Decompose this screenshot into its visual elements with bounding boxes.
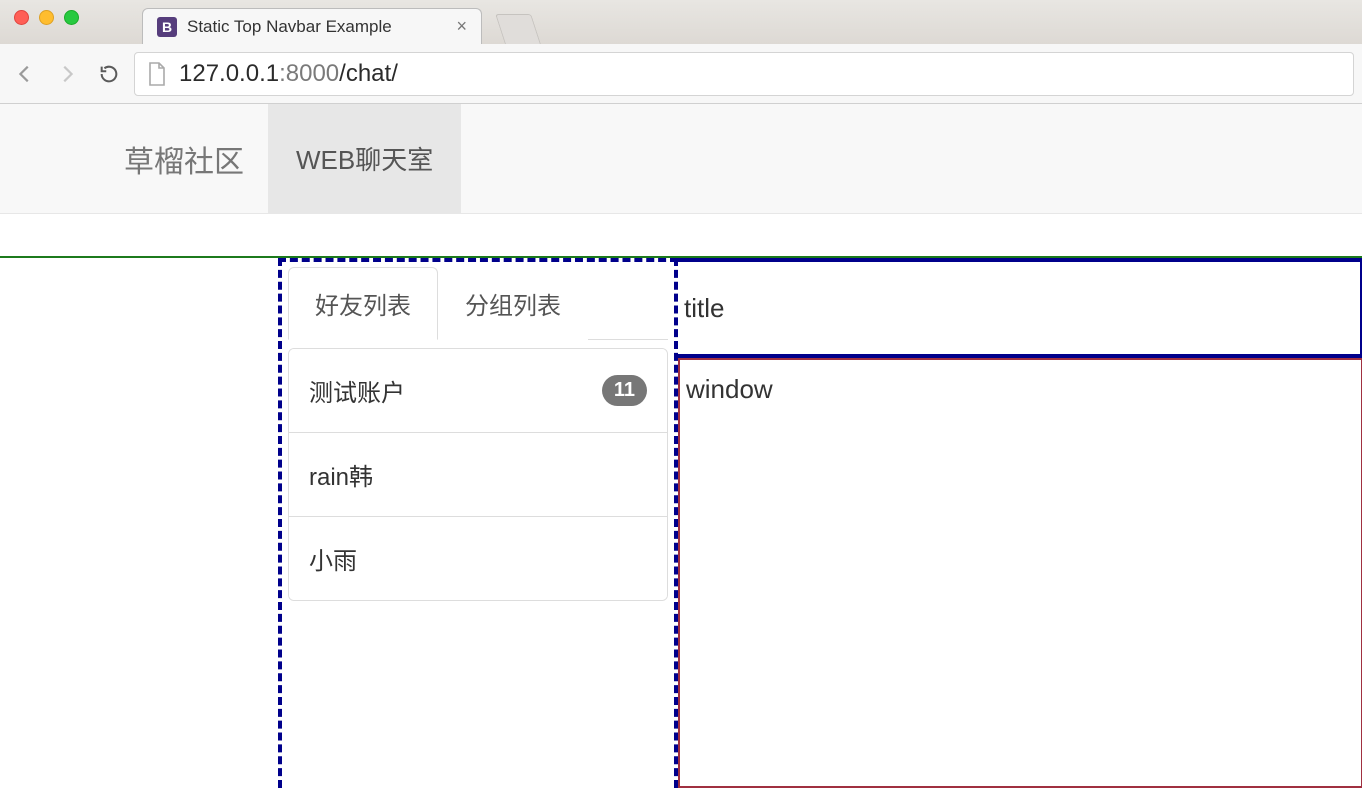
url-host: 127.0.0.1 <box>179 60 279 87</box>
chat-area: title window <box>678 258 1362 788</box>
contact-tabs: 好友列表 分组列表 <box>288 266 668 340</box>
maximize-window-button[interactable] <box>64 10 79 25</box>
chat-title-text: title <box>684 293 724 324</box>
list-item[interactable]: rain韩 <box>289 433 667 517</box>
contact-panel: 好友列表 分组列表 测试账户 11 rain韩 小雨 <box>278 258 678 788</box>
url-port: :8000 <box>279 60 339 87</box>
new-tab-button[interactable] <box>495 14 541 44</box>
forward-button[interactable] <box>50 57 84 91</box>
bootstrap-favicon-icon: B <box>157 17 177 37</box>
chat-window-text: window <box>686 374 773 404</box>
friends-list: 测试账户 11 rain韩 小雨 <box>288 348 668 601</box>
navbar-link-webchat[interactable]: WEB聊天室 <box>268 104 461 213</box>
window-controls <box>14 10 79 25</box>
close-tab-icon[interactable]: × <box>456 16 467 37</box>
browser-tab-strip: B Static Top Navbar Example × <box>0 0 1362 44</box>
tab-friends[interactable]: 好友列表 <box>288 267 438 340</box>
chat-title-bar: title <box>678 258 1362 358</box>
browser-tab[interactable]: B Static Top Navbar Example × <box>142 8 482 44</box>
chat-window: window <box>678 358 1362 788</box>
reload-icon <box>98 63 120 85</box>
spacer <box>0 214 1362 256</box>
url-text: 127.0.0.1:8000/chat/ <box>179 60 398 88</box>
close-window-button[interactable] <box>14 10 29 25</box>
tab-groups[interactable]: 分组列表 <box>438 267 588 340</box>
url-path: /chat/ <box>339 60 398 87</box>
friend-name: rain韩 <box>309 457 373 492</box>
file-page-icon <box>147 62 167 86</box>
unread-badge: 11 <box>602 375 647 406</box>
browser-tab-title: Static Top Navbar Example <box>187 17 446 37</box>
back-button[interactable] <box>8 57 42 91</box>
friend-name: 小雨 <box>309 541 357 576</box>
navbar-brand[interactable]: 草榴社区 <box>100 104 268 213</box>
friend-name: 测试账户 <box>309 373 405 408</box>
reload-button[interactable] <box>92 57 126 91</box>
back-arrow-icon <box>14 63 36 85</box>
address-bar[interactable]: 127.0.0.1:8000/chat/ <box>134 52 1354 96</box>
forward-arrow-icon <box>56 63 78 85</box>
minimize-window-button[interactable] <box>39 10 54 25</box>
list-item[interactable]: 小雨 <box>289 517 667 600</box>
main-content-row: 好友列表 分组列表 测试账户 11 rain韩 小雨 title window <box>0 256 1362 788</box>
left-gutter <box>0 258 278 788</box>
list-item[interactable]: 测试账户 11 <box>289 349 667 433</box>
browser-toolbar: 127.0.0.1:8000/chat/ <box>0 44 1362 104</box>
page-navbar: 草榴社区 WEB聊天室 <box>0 104 1362 214</box>
